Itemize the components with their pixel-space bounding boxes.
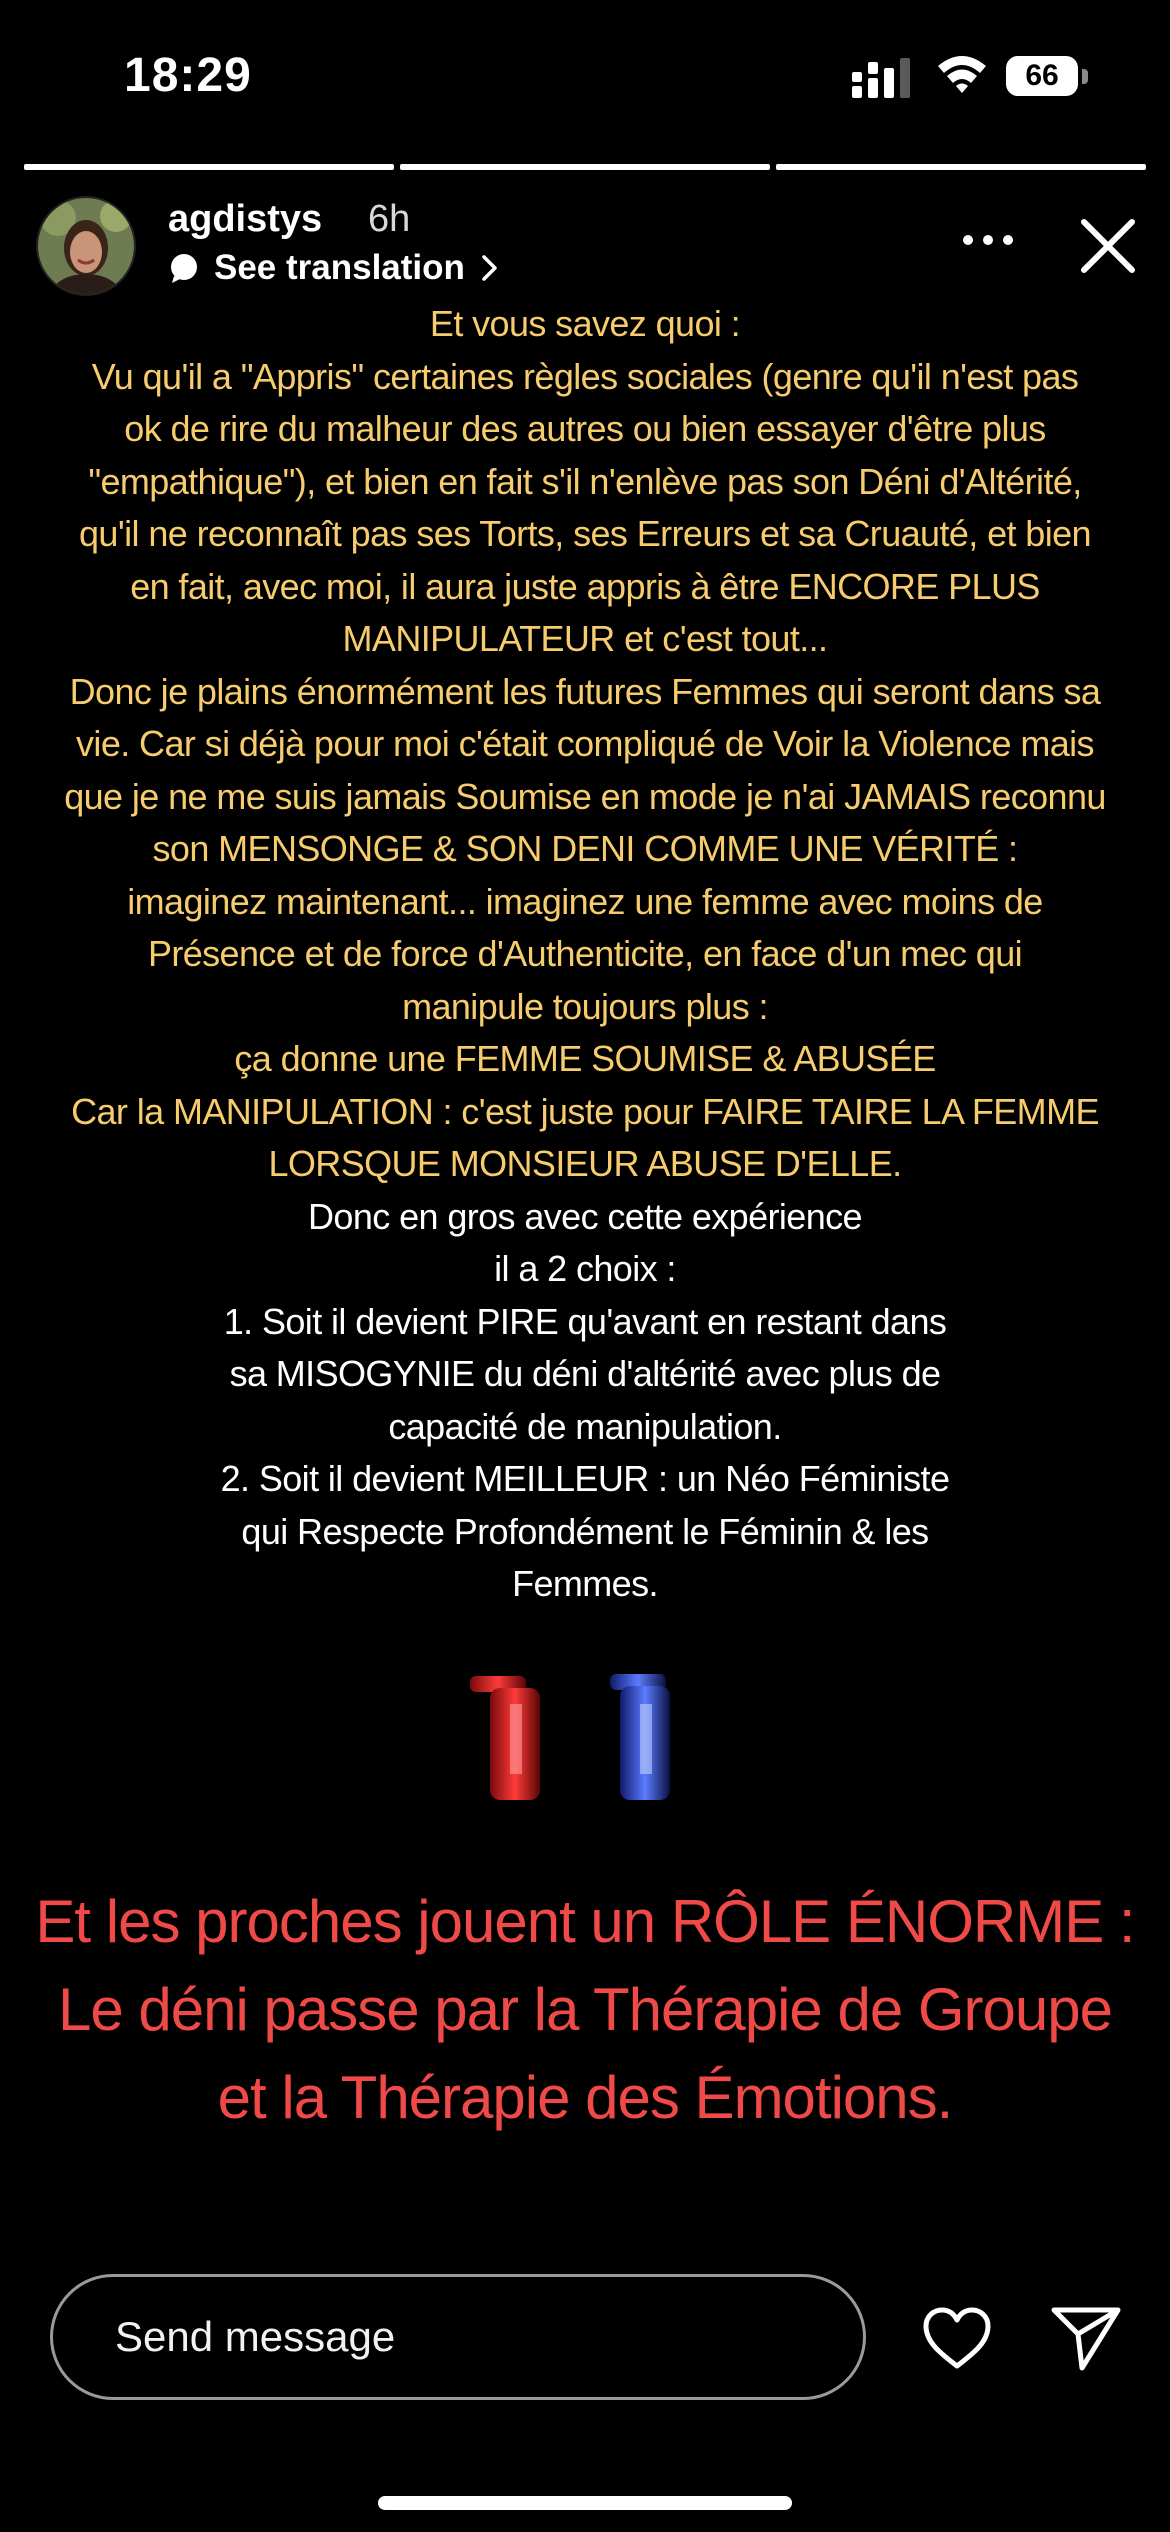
story-line: qui Respecte Profondément le Féminin & l…: [241, 1510, 929, 1552]
story-line: qu'il ne reconnaît pas ses Torts, ses Er…: [79, 513, 1092, 554]
post-time: 6h: [368, 198, 411, 240]
cellular-signal-icon: [852, 58, 910, 98]
story-progress-bar: [24, 164, 1146, 170]
send-message-input[interactable]: Send message: [50, 2274, 866, 2400]
story-line: Vu qu'il a "Appris" certaines règles soc…: [91, 355, 1079, 397]
story-line: Car la MANIPULATION : c'est juste pour F…: [71, 1090, 1099, 1132]
story-line: que je ne me suis jamais Soumise en mode…: [64, 775, 1106, 817]
story-header: agdistys 6h See translation: [0, 190, 1170, 300]
chevron-right-icon: [482, 255, 497, 281]
story-line: MANIPULATEUR et c'est tout...: [342, 618, 829, 659]
see-translation-button[interactable]: See translation: [168, 246, 501, 290]
story-line: ok de rire du malheur des autres ou bien…: [124, 408, 1046, 449]
progress-segment-current: [776, 164, 1146, 170]
username[interactable]: agdistys: [168, 198, 322, 241]
story-line: manipule toujours plus :: [402, 985, 768, 1027]
story-line: en fait, avec moi, il aura juste appris …: [130, 565, 1040, 607]
red-pillar-icon: [470, 1676, 540, 1800]
send-icon[interactable]: [1050, 2302, 1122, 2372]
story-line: 2. Soit il devient MEILLEUR : un Néo Fém…: [220, 1458, 950, 1499]
story-line: son MENSONGE & SON DENI COMME UNE VÉRITÉ…: [152, 828, 1019, 869]
home-indicator: [378, 2496, 792, 2510]
reply-bar: Send message: [0, 2260, 1170, 2532]
story-text: Et vous savez quoi : Vu qu'il a "Appris"…: [40, 298, 1130, 1611]
story-line: Femmes.: [512, 1563, 658, 1604]
translate-icon: [171, 254, 197, 283]
see-translation-label: See translation: [214, 248, 465, 287]
progress-segment: [24, 164, 394, 170]
story-line: Présence et de force d'Authenticite, en …: [147, 933, 1023, 974]
story-line: imaginez maintenant... imaginez une femm…: [127, 880, 1043, 922]
story-line: ça donne une FEMME SOUMISE & ABUSÉE: [234, 1038, 936, 1079]
battery-icon: 66: [1006, 56, 1090, 98]
close-icon[interactable]: [1078, 216, 1138, 276]
story-line: sa MISOGYNIE du déni d'altérité avec plu…: [229, 1353, 941, 1394]
story-line: Donc en gros avec cette expérience: [308, 1195, 863, 1237]
wifi-icon: [938, 56, 986, 93]
story-line: 1. Soit il devient PIRE qu'avant en rest…: [223, 1300, 947, 1342]
status-time: 18:29: [124, 49, 252, 102]
story-line: "empathique"), et bien en fait s'il n'en…: [88, 460, 1082, 502]
story-line: LORSQUE MONSIEUR ABUSE D'ELLE.: [268, 1143, 902, 1184]
highlight-line: et la Thérapie des Émotions.: [217, 2064, 954, 2131]
emoji-row: [470, 1674, 670, 1800]
story-line: Donc je plains énormément les futures Fe…: [69, 670, 1101, 712]
highlight-line: Le déni passe par la Thérapie de Groupe: [58, 1976, 1113, 2043]
heart-icon[interactable]: [920, 2304, 994, 2372]
more-icon[interactable]: [960, 232, 1016, 248]
send-message-placeholder: Send message: [115, 2313, 396, 2360]
blue-pillar-icon: [610, 1674, 670, 1800]
battery-level: 66: [1006, 56, 1078, 96]
story-line: capacité de manipulation.: [388, 1405, 782, 1447]
highlight-text: Et les proches jouent un RÔLE ÉNORME : L…: [20, 1878, 1150, 2142]
story-line: il a 2 choix :: [494, 1248, 676, 1289]
highlight-line: Et les proches jouent un RÔLE ÉNORME :: [35, 1888, 1135, 1955]
status-bar: 18:29 66: [0, 0, 1170, 150]
story-line: vie. Car si déjà pour moi c'était compli…: [76, 723, 1095, 764]
avatar-image: [38, 198, 134, 294]
avatar[interactable]: [36, 196, 136, 296]
story-line: Et vous savez quoi :: [429, 303, 741, 344]
progress-segment: [400, 164, 770, 170]
